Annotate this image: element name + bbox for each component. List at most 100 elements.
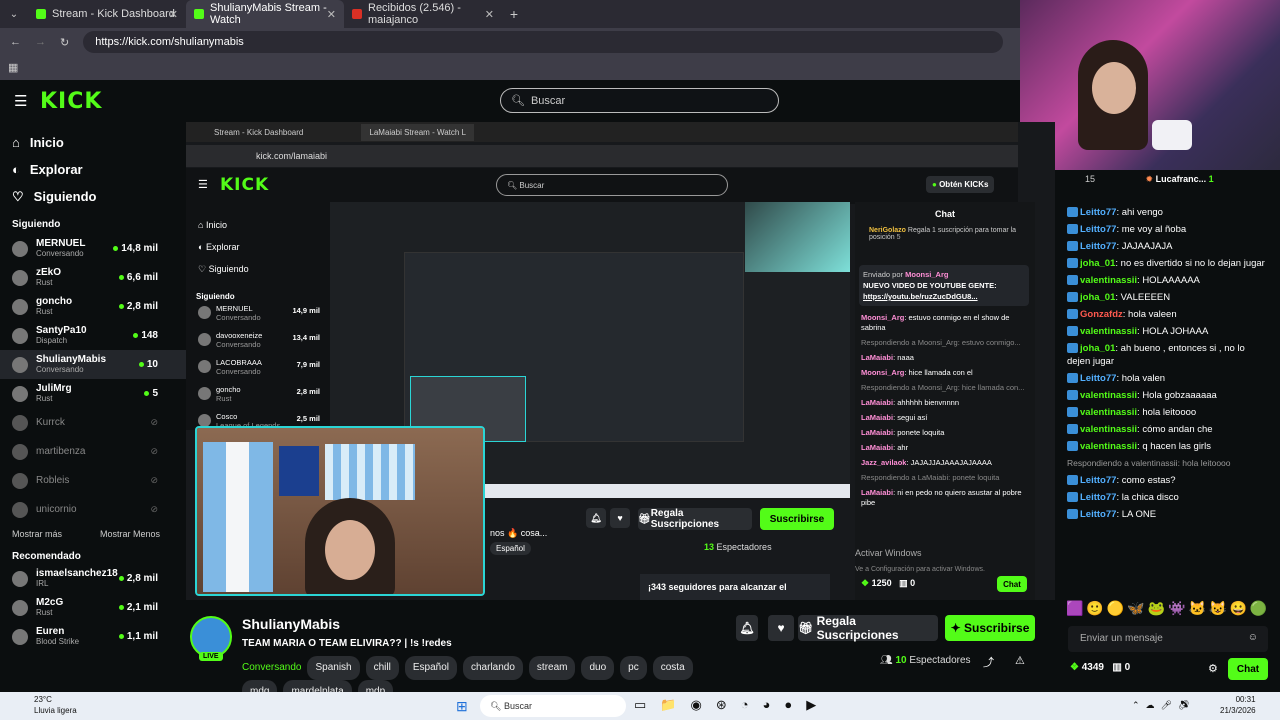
report-icon[interactable]: ⚠ [1015,654,1025,667]
sidebar-channel-offline[interactable]: unicornio ⊘ [0,495,186,524]
url-field[interactable]: https://kick.com/shulianymabis [83,31,1004,53]
browser-tab-active[interactable]: ShulianyMabis Stream - Watch ✕ [186,0,344,28]
taskbar-search[interactable]: 🔍︎ Buscar [480,695,626,717]
tab-label: Stream - Kick Dashboard [52,8,175,20]
sidebar-channel-recommended[interactable]: Euren Blood Strike 1,1 mil [0,622,186,651]
nested-nav: ⌂ Inicio ◐ Explorar ♡ Siguiendo [186,204,330,280]
chat-username[interactable]: valentinassii [1080,441,1137,452]
sidebar-item-siguiendo[interactable]: ♡ Siguiendo [0,183,186,210]
sidebar-channel[interactable]: zEkO Rust 6,6 mil [0,263,186,292]
kicks-balance[interactable]: ❖ 4349 ▥ 0 [1070,662,1130,673]
streamer-name[interactable]: ShulianyMabis [242,616,340,632]
show-more-link[interactable]: Mostrar más [12,529,62,539]
chat-username: LaMaiabi [861,353,894,362]
sidebar-channel[interactable]: JuliMrg Rust 5 [0,379,186,408]
chat-username[interactable]: Leitto77 [1080,475,1116,486]
subscriber-badge-icon [1067,424,1078,435]
chat-username[interactable]: Gonzafdz [1080,309,1123,320]
chat-text: ahr [897,443,909,452]
menu-icon[interactable]: ☰ [14,92,27,110]
sidebar-channel-offline[interactable]: martibenza ⊘ [0,437,186,466]
weather-widget[interactable]: 23°C Lluvia ligera [34,694,77,716]
category-link[interactable]: Conversando [242,662,301,673]
forward-icon[interactable]: → [35,36,46,48]
taskbar-apps[interactable]: ▭📁◉⊛◔◕●▶ [634,697,830,713]
tag-chip[interactable]: charlando [463,656,523,680]
tag-chip[interactable]: Spanish [307,656,360,680]
chat-username[interactable]: Leitto77 [1080,207,1116,218]
subscribe-button[interactable]: ✦ Suscribirse [945,615,1035,641]
search-input[interactable]: 🔍︎ Buscar [500,88,779,113]
sidebar-channel-offline[interactable]: Kurrck ⊘ [0,408,186,437]
chat-username[interactable]: valentinassii [1080,390,1137,401]
share-icon[interactable]: ⤴ [983,654,994,670]
gift-subs-button[interactable]: 🎁︎ Regala Suscripciones [798,614,938,642]
chat-text: Hola gobzaaaaaa [1142,390,1217,401]
kick-logo[interactable]: KICK [40,89,102,114]
nested-following-list: MERNUEL Conversando 14,9 mil davooxeneize Co… [186,304,330,436]
channel-category: Blood Strike [36,637,80,646]
viewer-num: 10 [146,359,158,370]
show-less-link[interactable]: Mostrar Menos [100,529,160,539]
chat-text: hola valeen [1128,309,1177,320]
sidebar-item-explorar[interactable]: ◐ Explorar [0,156,186,183]
browser-tab[interactable]: Recibidos (2.546) - maiajanco ✕ [344,0,502,28]
avatar [12,501,28,518]
sidebar-channel[interactable]: MERNUEL Conversando 14,8 mil [0,234,186,263]
follow-heart-button[interactable]: ♥ [768,615,794,641]
tag-chip[interactable]: costa [652,656,693,680]
tab-list-icon[interactable]: ⌄ [0,9,28,20]
tag-chip[interactable]: duo [581,656,615,680]
reload-icon[interactable]: ↻ [60,36,69,49]
clock[interactable]: 00:31 21/3/2026 [1220,694,1256,716]
tag-chip[interactable]: stream [528,656,576,680]
chat-username[interactable]: valentinassii [1080,275,1137,286]
bell-icon[interactable]: 🔔︎ [736,615,758,641]
chat-send-button[interactable]: Chat [1228,658,1268,680]
sidebar-channel-recommended[interactable]: ismaelsanchez18 IRL 2,8 mil [0,564,186,593]
chat-username[interactable]: Leitto77 [1080,509,1116,520]
sidebar-channel-offline[interactable]: Robleis ⊘ [0,466,186,495]
chat-text: hola leitoooo [1142,407,1197,418]
vault-num: 0 [1124,662,1131,673]
tag-chip[interactable]: chill [365,656,399,680]
chat-text: ahi vengo [1121,207,1163,218]
sidebar-channel[interactable]: goncho Rust 2,8 mil [0,292,186,321]
sidebar-channel[interactable]: SantyPa10 Dispatch 148 [0,321,186,350]
settings-icon[interactable]: ⚙ [1208,662,1218,675]
apps-grid-icon[interactable]: ▦ [8,61,18,74]
subscriber-badge-icon [1067,373,1078,384]
chat-input[interactable]: Enviar un mensaje ☺ [1068,626,1268,652]
emoji-icon[interactable]: ☺ [1248,632,1258,643]
tag-chip[interactable]: pc [620,656,647,680]
new-tab-icon[interactable]: + [502,6,526,22]
start-icon[interactable]: ⊞ [456,698,468,715]
close-icon[interactable]: ✕ [485,8,494,21]
close-icon[interactable]: ✕ [169,8,178,21]
chat-username[interactable]: Leitto77 [1080,373,1116,384]
chat-username[interactable]: valentinassii [1080,424,1137,435]
chat-username[interactable]: valentinassii [1080,326,1137,337]
sidebar-channel[interactable]: ShulianyMabis Conversando 10 [0,350,186,379]
sidebar-item-inicio[interactable]: ⌂ Inicio [0,129,186,156]
chat-username[interactable]: valentinassii [1080,407,1137,418]
chat-username[interactable]: Leitto77 [1080,224,1116,235]
chat-username[interactable]: joha_01 [1080,258,1115,269]
browser-tab[interactable]: Stream - Kick Dashboard ✕ [28,0,186,28]
nested-viewer-num: 13,4 mil [292,333,320,342]
chat-top-num: 15 [1085,174,1096,184]
channel-category: Conversando [36,365,84,374]
avatar [198,306,211,319]
chat-text: hice llamada con el [908,368,973,377]
chat-username[interactable]: Leitto77 [1080,492,1116,503]
sidebar-channel-recommended[interactable]: M2cG Rust 2,1 mil [0,593,186,622]
emote-row[interactable]: 🟪🙂🟡🦋🐸👾🐱😺😀🟢 [1066,600,1280,622]
tag-chip[interactable]: Español [404,656,457,680]
tray-icons[interactable]: ⌃☁🎤︎🔊︎ [1132,700,1195,711]
chat-username[interactable]: Leitto77 [1080,241,1116,252]
chat-username[interactable]: joha_01 [1080,343,1115,354]
channel-text: M2cG Rust [36,597,63,618]
back-icon[interactable]: ← [10,36,21,48]
chat-username[interactable]: joha_01 [1080,292,1115,303]
close-icon[interactable]: ✕ [327,8,336,21]
